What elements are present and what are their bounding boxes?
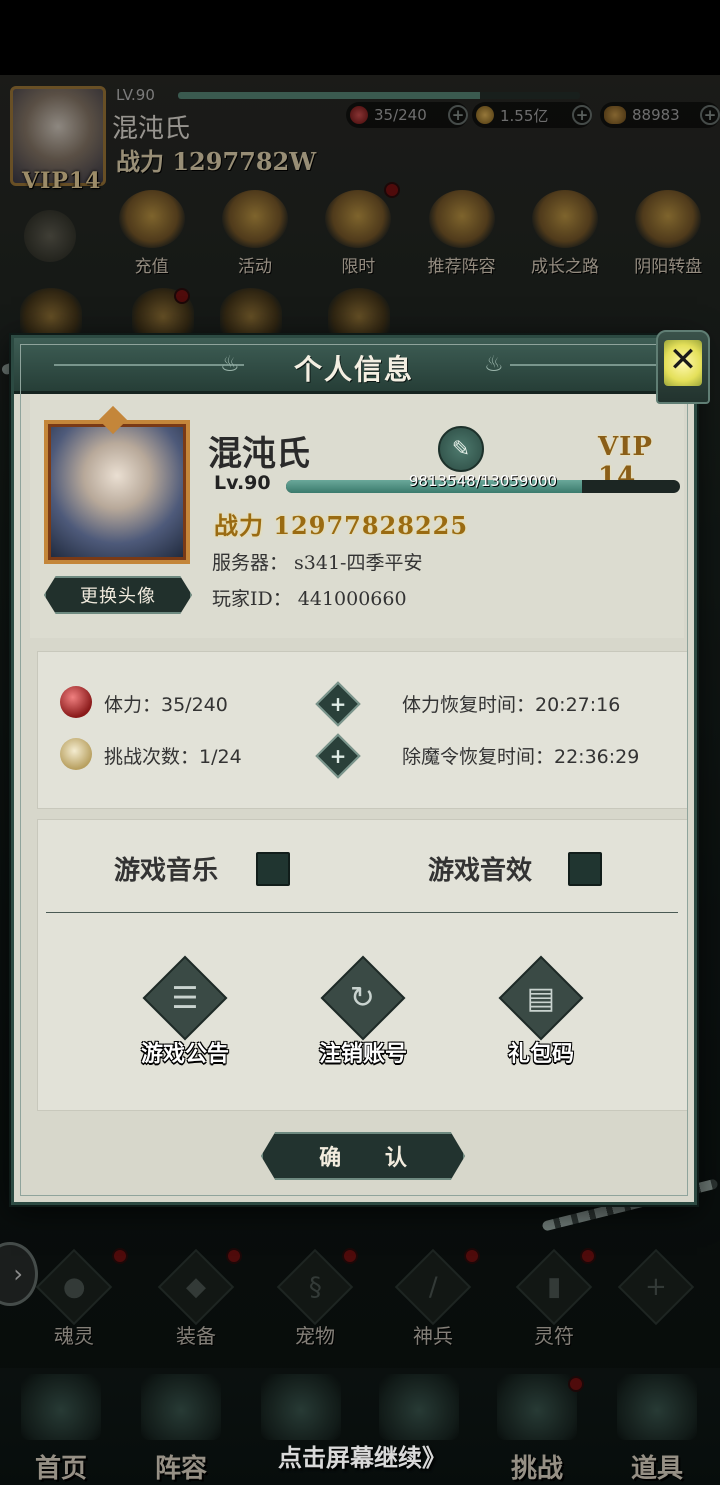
exp-text: 9813548/13059000 — [408, 472, 558, 490]
pencil-icon: ✎ — [451, 436, 471, 462]
add-challenge-button[interactable]: + — [315, 733, 361, 779]
confirm-button[interactable]: 确 认 — [261, 1132, 465, 1180]
continue-hint[interactable]: 点击屏幕继续》 — [262, 1438, 462, 1473]
player-portrait — [44, 420, 190, 564]
logout-account-button[interactable]: ↻ 注销账号 — [298, 955, 428, 1068]
game-sfx-label: 游戏音效 — [428, 856, 533, 886]
close-button[interactable]: ✕ — [648, 318, 716, 410]
stats-panel: 体力：35/240 + 体力恢复时间：20:27:16 挑战次数：1/24 + … — [37, 651, 688, 809]
stamina-orb-icon — [60, 686, 92, 718]
server-info: 服务器： s341-四季平安 — [212, 552, 423, 574]
demon-token-icon — [60, 738, 92, 770]
gift-code-icon: ▤ — [498, 955, 584, 1041]
game-notice-button[interactable]: ☰ 游戏公告 — [120, 955, 250, 1068]
notice-board-icon: ☰ — [142, 955, 228, 1041]
add-stamina-button[interactable]: + — [315, 681, 361, 727]
challenge-recover-time: 除魔令恢复时间：22:36:29 — [402, 746, 640, 768]
action-label: 游戏公告 — [140, 1041, 229, 1067]
gift-code-button[interactable]: ▤ 礼包码 — [476, 955, 606, 1068]
divider — [46, 912, 678, 913]
edit-name-button[interactable]: ✎ — [438, 426, 484, 472]
personal-info-dialog: ♨ 个人信息 ♨ 更换头像 混沌氏 ✎ VIP 14 Lv.90 9813548… — [11, 335, 700, 1205]
combat-power: 战力 12977828225 — [214, 511, 469, 540]
close-icon: ✕ — [668, 340, 698, 380]
challenge-count: 挑战次数：1/24 — [104, 746, 242, 768]
dialog-title: 个人信息 — [293, 353, 414, 386]
game-sfx-checkbox[interactable] — [568, 852, 602, 886]
game-music-label: 游戏音乐 — [114, 856, 219, 886]
stamina-label: 体力：35/240 — [104, 694, 228, 716]
player-level: Lv.90 — [214, 472, 271, 494]
logout-refresh-icon: ↻ — [320, 955, 406, 1041]
settings-panel: 游戏音乐 游戏音效 ☰ 游戏公告 ↻ 注销账号 ▤ 礼包码 — [37, 819, 688, 1111]
action-label: 礼包码 — [507, 1041, 574, 1067]
game-music-checkbox[interactable] — [256, 852, 290, 886]
player-name: 混沌氏 — [208, 434, 310, 474]
stamina-recover-time: 体力恢复时间：20:27:16 — [402, 694, 621, 716]
dialog-header: ♨ 个人信息 ♨ — [14, 338, 700, 394]
plus-icon: + — [329, 744, 347, 768]
player-id: 玩家ID： 441000660 — [212, 588, 407, 610]
change-avatar-button[interactable]: 更换头像 — [44, 576, 192, 614]
plus-icon: + — [329, 692, 347, 716]
action-label: 注销账号 — [318, 1041, 407, 1067]
flame-ornament-icon: ♨ — [484, 352, 504, 377]
